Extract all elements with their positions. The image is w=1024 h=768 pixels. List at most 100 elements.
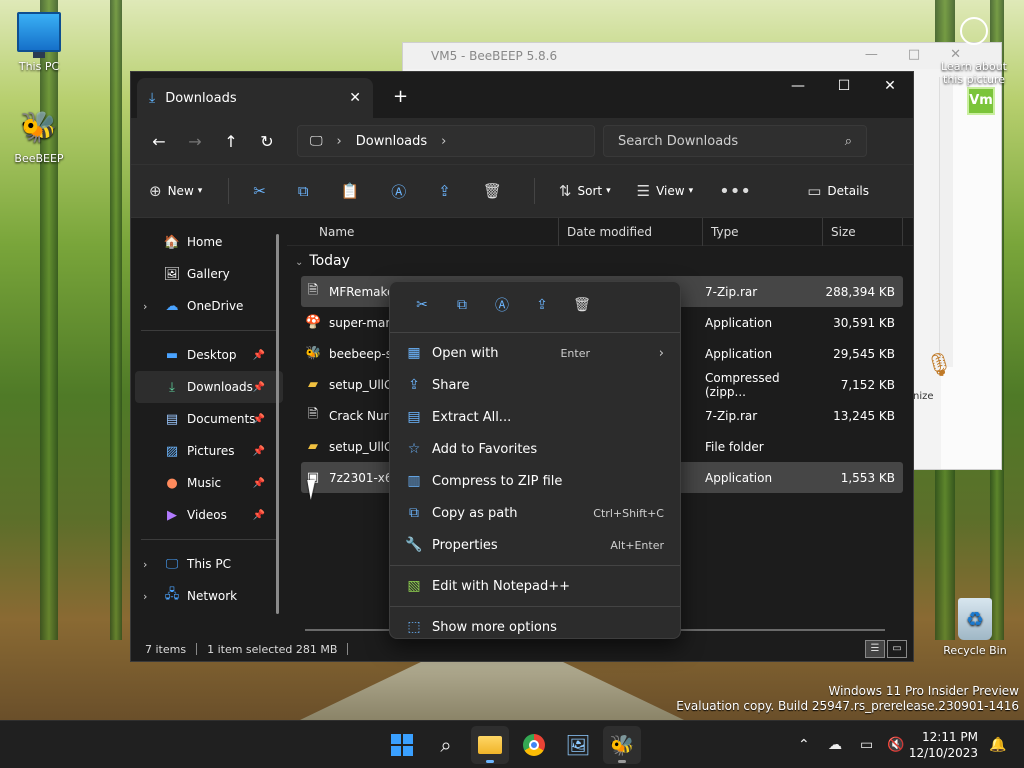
column-header-date[interactable]: Date modified [559, 217, 703, 246]
address-bar[interactable]: 🖵 › Downloads › [297, 125, 595, 157]
view-button[interactable]: ☰ View ▾ [637, 182, 693, 200]
microphone-icon[interactable]: 🎙 [925, 353, 953, 378]
nav-item-documents[interactable]: ▤ Documents 📌 [131, 403, 287, 435]
window-controls: — ☐ ✕ [775, 72, 913, 102]
beebeep-scrollbar[interactable] [939, 77, 953, 367]
bamboo-stalk [40, 0, 58, 640]
copy-button[interactable]: ⧉ [298, 182, 315, 200]
chevron-right-icon[interactable]: › [143, 558, 147, 571]
nav-item-videos[interactable]: ▶ Videos 📌 [131, 499, 287, 531]
forward-button[interactable]: → [177, 132, 213, 151]
taskbar-photos[interactable]: 🖼 [559, 726, 597, 764]
close-window-button[interactable]: ✕ [867, 72, 913, 102]
refresh-button[interactable]: ↻ [249, 132, 285, 151]
start-button[interactable] [383, 726, 421, 764]
share-icon[interactable]: ⇪ [522, 297, 562, 313]
delete-button[interactable]: 🗑 [483, 182, 508, 200]
maximize-button[interactable]: ☐ [821, 72, 867, 102]
desktop-icon-beebeep[interactable]: 🐝 BeeBEEP [1, 108, 77, 165]
group-header-today[interactable]: ⌄ Today [287, 246, 913, 276]
column-header-name[interactable]: Name [287, 217, 559, 246]
details-view-icon[interactable]: ☰ [865, 640, 885, 658]
chevron-right-icon[interactable]: › [143, 300, 147, 313]
close-tab-icon[interactable]: ✕ [349, 90, 361, 106]
tiles-view-icon[interactable]: ▭ [887, 640, 907, 658]
menu-item-properties[interactable]: 🔧 Properties Alt+Enter [390, 529, 680, 561]
menu-item-share[interactable]: ⇪ Share [390, 369, 680, 401]
tab-label: Downloads [165, 90, 237, 106]
nav-label: Music [187, 476, 222, 490]
taskbar-file-explorer[interactable] [471, 726, 509, 764]
trash-icon: 🗑 [482, 182, 502, 200]
menu-label: Add to Favorites [432, 441, 538, 457]
nav-item-this-pc[interactable]: › 🖵 This PC [131, 548, 287, 580]
cut-icon[interactable]: ✂ [402, 297, 442, 313]
nav-item-pictures[interactable]: ▨ Pictures 📌 [131, 435, 287, 467]
rename-icon[interactable]: Ⓐ [482, 295, 522, 315]
trash-icon[interactable]: 🗑 [562, 297, 602, 313]
paste-button[interactable]: 📋 [341, 182, 366, 200]
chevron-right-icon[interactable]: › [337, 134, 342, 149]
desktop-icon-recycle-bin[interactable]: ♻ Recycle Bin [937, 598, 1013, 657]
beebeep-side-label: nize [913, 391, 934, 402]
folder-icon [478, 736, 502, 754]
nav-item-music[interactable]: ● Music 📌 [131, 467, 287, 499]
menu-item-open-with[interactable]: ▦ Open with Enter › [390, 337, 680, 369]
chevron-right-icon[interactable]: › [143, 590, 147, 603]
menu-item-edit-notepad[interactable]: ▧ Edit with Notepad++ [390, 570, 680, 602]
details-button[interactable]: ▭ Details [807, 182, 869, 200]
notifications-button[interactable]: 🔔 [989, 721, 1006, 768]
new-tab-button[interactable]: + [393, 86, 408, 107]
minimize-button[interactable]: — [775, 72, 821, 102]
camera-icon[interactable] [960, 17, 988, 45]
nav-item-onedrive[interactable]: › ☁ OneDrive [131, 290, 287, 322]
nav-item-network[interactable]: › 🖧 Network [131, 580, 287, 612]
up-button[interactable]: ↑ [213, 132, 249, 151]
menu-shortcut: Enter [560, 346, 590, 360]
more-options-button[interactable]: ••• [719, 181, 757, 202]
tray-icon-volume[interactable]: 🔇 [887, 721, 904, 768]
nav-item-desktop[interactable]: ▬ Desktop 📌 [131, 339, 287, 371]
learn-about-picture[interactable]: Learn about this picture [938, 60, 1010, 86]
rename-button[interactable]: Ⓐ [391, 181, 412, 202]
copy-icon[interactable]: ⧉ [442, 297, 482, 313]
breadcrumb-downloads[interactable]: Downloads [356, 134, 427, 149]
nav-item-gallery[interactable]: 🖼 Gallery [131, 258, 287, 290]
download-icon: ⤓ [169, 379, 175, 395]
item-count: 7 items [145, 642, 187, 656]
search-placeholder: Search Downloads [618, 133, 739, 149]
nav-item-home[interactable]: 🏠 Home [131, 226, 287, 258]
network-tray[interactable]: ☁ [828, 721, 842, 768]
search-button[interactable]: ⌕ [427, 726, 465, 764]
context-menu: ✂ ⧉ Ⓐ ⇪ 🗑 ▦ Open with Enter › ⇪ Share ▤ … [389, 281, 681, 639]
vm-badge[interactable]: Vm [967, 87, 995, 115]
menu-item-compress-zip[interactable]: ▥ Compress to ZIP file [390, 465, 680, 497]
menu-item-extract-all[interactable]: ▤ Extract All... [390, 401, 680, 433]
taskbar-chrome[interactable] [515, 726, 553, 764]
nav-label: OneDrive [187, 299, 244, 313]
file-type: 7-Zip.rar [705, 284, 758, 299]
taskbar-beebeep[interactable]: 🐝 [603, 726, 641, 764]
sort-button[interactable]: ⇅ Sort ▾ [559, 182, 611, 200]
taskbar-clock[interactable]: 12:11 PM 12/10/2023 [909, 729, 978, 761]
file-size: 7,152 KB [840, 377, 895, 392]
menu-item-copy-as-path[interactable]: ⧉ Copy as path Ctrl+Shift+C [390, 497, 680, 529]
menu-item-add-to-favorites[interactable]: ☆ Add to Favorites [390, 433, 680, 465]
nav-item-downloads[interactable]: ⤓ Downloads 📌 [135, 371, 283, 403]
new-button[interactable]: ⊕ New ▾ [149, 182, 202, 200]
desktop-icon-this-pc[interactable]: This PC [1, 12, 77, 73]
show-hidden-icons[interactable]: ⌃ [798, 721, 810, 768]
search-input[interactable]: Search Downloads ⌕ [603, 125, 867, 157]
details-label: Details [827, 184, 869, 198]
cut-button[interactable]: ✂ [253, 182, 272, 200]
column-header-type[interactable]: Type [703, 217, 823, 246]
menu-item-show-more-options[interactable]: ⬚ Show more options [390, 611, 680, 643]
chevron-right-icon[interactable]: › [441, 134, 446, 149]
tab-downloads[interactable]: ⤓ Downloads ✕ [137, 78, 373, 118]
nav-label: Gallery [187, 267, 230, 281]
tray-icon-display[interactable]: ▭ [860, 721, 873, 768]
share-button[interactable]: ⇪ [438, 182, 457, 200]
back-button[interactable]: ← [141, 132, 177, 151]
column-header-size[interactable]: Size [823, 217, 903, 246]
nav-scrollbar[interactable] [276, 234, 279, 614]
